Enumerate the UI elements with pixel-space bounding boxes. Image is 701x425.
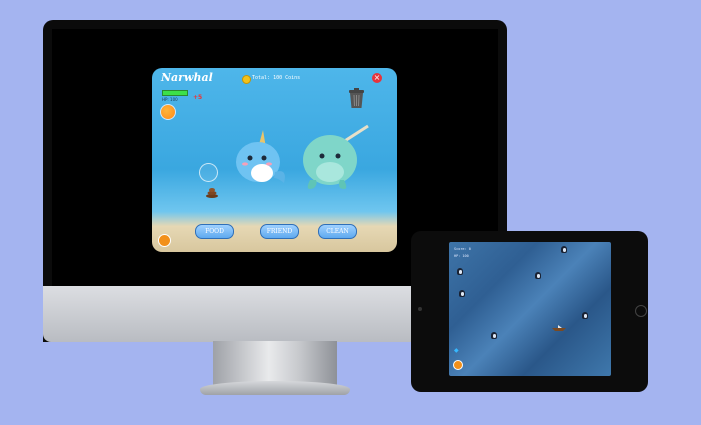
fish-icon: ◆: [454, 347, 459, 354]
home-button[interactable]: [635, 305, 647, 317]
bubble-icon: [199, 163, 218, 182]
poop-icon[interactable]: [206, 186, 218, 198]
game-window: Narwhal HP: 100 +5 Total: 100 Coins × FO…: [152, 68, 397, 252]
penguin-icon[interactable]: [561, 246, 567, 253]
food-button[interactable]: FOOD: [195, 224, 234, 239]
orange-bubble-icon[interactable]: [160, 104, 176, 120]
ipad-game-screen: Score: 0 HP: 100 ◆: [449, 242, 611, 376]
health-bar: [162, 90, 188, 96]
narwhal-teal-icon[interactable]: [300, 122, 370, 194]
imac-stand-foot: [200, 381, 350, 395]
game-title: Narwhal: [161, 71, 213, 84]
coin-icon: [242, 75, 251, 84]
narwhal-blue-icon[interactable]: [230, 128, 288, 190]
trash-can-icon[interactable]: [348, 88, 365, 108]
ipad-score: Score: 0: [454, 247, 471, 251]
penguin-icon[interactable]: [582, 312, 588, 319]
penguin-icon[interactable]: [491, 332, 497, 339]
ipad-hp: HP: 100: [454, 254, 469, 258]
apple-logo-icon: [263, 300, 287, 326]
penguin-icon[interactable]: [535, 272, 541, 279]
paw-icon[interactable]: [158, 234, 171, 247]
health-label: HP: 100: [162, 97, 178, 102]
paw-icon[interactable]: [453, 360, 463, 370]
penguin-icon[interactable]: [457, 268, 463, 275]
health-change: +5: [193, 94, 203, 101]
friend-button[interactable]: FRIEND: [260, 224, 299, 239]
penguin-icon[interactable]: [459, 290, 465, 297]
close-icon[interactable]: ×: [372, 73, 382, 83]
clean-button[interactable]: CLEAN: [318, 224, 357, 239]
camera-icon: [418, 307, 422, 311]
pirate-ship-icon[interactable]: [552, 325, 566, 331]
coin-total: Total: 100 Coins: [252, 75, 301, 81]
